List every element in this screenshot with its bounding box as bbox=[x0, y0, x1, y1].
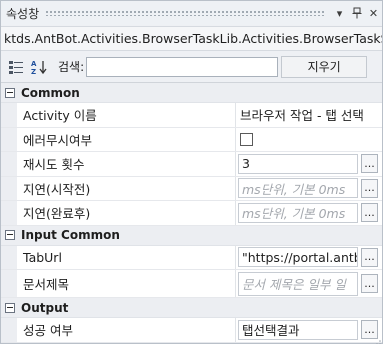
property-row-delay-before: 지연(시작전) ms단위, 기본 0ms ... bbox=[1, 176, 382, 201]
expression-editor-button[interactable]: ... bbox=[361, 178, 378, 198]
property-row-document-title: 문서제목 문서 제목은 일부 일 ... bbox=[1, 270, 382, 298]
category-output[interactable]: Output bbox=[1, 298, 382, 318]
svg-text:A: A bbox=[31, 60, 37, 68]
property-value bbox=[236, 128, 382, 152]
retry-count-field[interactable]: 3 bbox=[238, 153, 358, 174]
property-row-ignore-error: 에러무시여부 bbox=[1, 127, 382, 152]
property-value: ms단위, 기본 0ms ... bbox=[236, 177, 382, 201]
categorized-view-icon[interactable] bbox=[7, 58, 25, 76]
svg-text:Z: Z bbox=[31, 68, 36, 75]
property-grid: Common Activity 이름 브라우저 작업 - 탭 선택 에러무시여부… bbox=[1, 82, 382, 343]
property-row-success: 성공 여부 탭선택결과 ... bbox=[1, 318, 382, 343]
category-input-common[interactable]: Input Common bbox=[1, 225, 382, 246]
resize-grip-icon[interactable] bbox=[373, 334, 381, 344]
search-label: 검색: bbox=[58, 60, 85, 74]
clear-button[interactable]: 지우기 bbox=[281, 55, 368, 78]
property-row-activity-name: Activity 이름 브라우저 작업 - 탭 선택 bbox=[1, 103, 382, 128]
dropdown-arrow-icon[interactable]: ▾ bbox=[331, 4, 348, 22]
property-name[interactable]: 문서제목 bbox=[17, 270, 236, 297]
property-value: "https://portal.antbot ... bbox=[236, 246, 382, 270]
category-common[interactable]: Common bbox=[1, 83, 382, 103]
sort-alphabetical-icon[interactable]: A Z bbox=[30, 58, 48, 76]
document-title-field[interactable]: 문서 제목은 일부 일 bbox=[238, 271, 358, 296]
category-label: Common bbox=[21, 85, 80, 100]
close-icon[interactable]: ✕ bbox=[365, 4, 382, 22]
collapse-toggle-icon[interactable] bbox=[5, 230, 15, 240]
property-value: 3 ... bbox=[236, 152, 382, 176]
window-title: 속성창 bbox=[6, 6, 40, 21]
selected-object-type: ktds.AntBot.Activities.BrowserTaskLib.Ac… bbox=[1, 26, 382, 51]
property-name[interactable]: Activity 이름 bbox=[17, 103, 236, 127]
property-name[interactable]: 재시도 횟수 bbox=[17, 152, 236, 176]
ignore-error-checkbox[interactable] bbox=[240, 132, 253, 146]
property-name[interactable]: 지연(완료후) bbox=[17, 201, 236, 225]
search-input[interactable] bbox=[86, 56, 279, 77]
delay-after-field[interactable]: ms단위, 기본 0ms bbox=[238, 202, 358, 223]
pin-icon[interactable] bbox=[348, 4, 365, 22]
collapse-toggle-icon[interactable] bbox=[5, 87, 15, 98]
expression-editor-button[interactable]: ... bbox=[361, 274, 378, 293]
property-row-tab-url: TabUrl "https://portal.antbot ... bbox=[1, 245, 382, 270]
property-name[interactable]: 성공 여부 bbox=[17, 318, 236, 342]
expression-editor-button[interactable]: ... bbox=[361, 247, 378, 267]
collapse-toggle-icon[interactable] bbox=[5, 302, 15, 313]
activity-name-value[interactable]: 브라우저 작업 - 탭 선택 bbox=[238, 105, 364, 124]
property-name[interactable]: 에러무시여부 bbox=[17, 127, 236, 151]
success-output-field[interactable]: 탭선택결과 bbox=[238, 319, 358, 340]
property-toolbar: A Z 검색: 지우기 bbox=[1, 52, 382, 81]
delay-before-field[interactable]: ms단위, 기본 0ms bbox=[238, 178, 358, 199]
property-name[interactable]: 지연(시작전) bbox=[17, 176, 236, 200]
category-label: Output bbox=[21, 300, 69, 315]
expression-editor-button[interactable]: ... bbox=[361, 154, 378, 174]
property-name[interactable]: TabUrl bbox=[17, 245, 236, 269]
property-value: ms단위, 기본 0ms ... bbox=[236, 201, 382, 225]
property-row-retry-count: 재시도 횟수 3 ... bbox=[1, 152, 382, 177]
property-value[interactable]: 브라우저 작업 - 탭 선택 bbox=[236, 103, 382, 127]
tab-url-field[interactable]: "https://portal.antbot bbox=[238, 247, 358, 268]
property-value: 문서 제목은 일부 일 ... bbox=[236, 270, 382, 297]
property-row-delay-after: 지연(완료후) ms단위, 기본 0ms ... bbox=[1, 201, 382, 226]
properties-window: 속성창 ▾ ✕ ktds.AntBot.Activities.BrowserTa… bbox=[0, 0, 383, 344]
drag-grip[interactable] bbox=[45, 10, 325, 16]
expression-editor-button[interactable]: ... bbox=[361, 203, 378, 223]
property-value: 탭선택결과 ... bbox=[236, 318, 382, 342]
category-label: Input Common bbox=[21, 228, 120, 242]
title-bar: 속성창 ▾ ✕ bbox=[1, 1, 382, 25]
